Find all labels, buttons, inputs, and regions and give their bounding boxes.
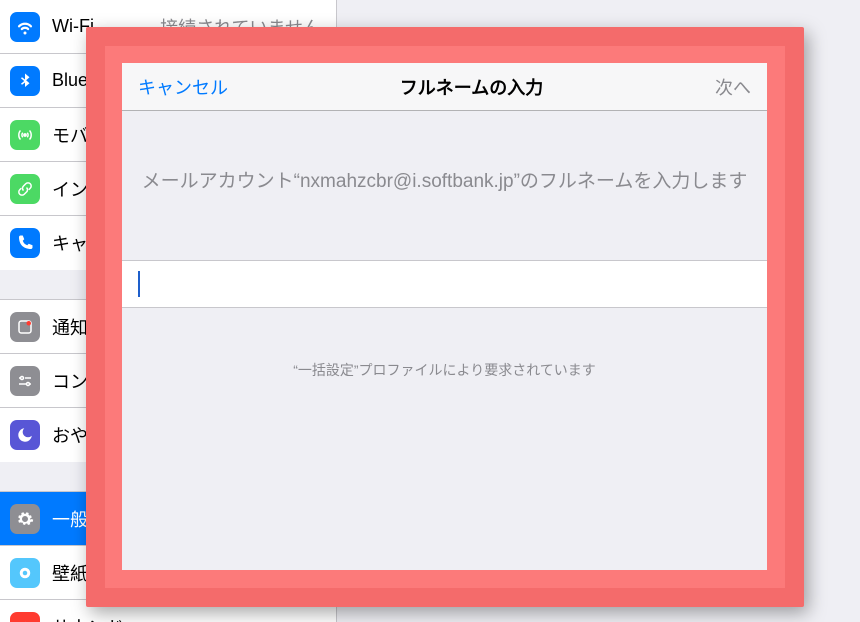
next-button[interactable]: 次へ — [715, 74, 751, 100]
modal-header: キャンセル フルネームの入力 次へ — [122, 63, 767, 111]
sound-icon — [10, 612, 40, 622]
fullname-modal: キャンセル フルネームの入力 次へ メールアカウント“nxmahzcbr@i.s… — [122, 63, 767, 570]
fullname-input[interactable] — [140, 261, 751, 307]
wifi-icon — [10, 12, 40, 42]
modal-footnote: “一括設定”プロファイルにより要求されています — [122, 360, 767, 380]
wallpaper-icon — [10, 558, 40, 588]
gear-icon — [10, 504, 40, 534]
modal-title: フルネームの入力 — [400, 74, 543, 100]
moon-icon — [10, 420, 40, 450]
notification-icon — [10, 312, 40, 342]
sidebar-item-label: サウンド — [52, 614, 124, 622]
tether-icon — [10, 174, 40, 204]
highlight-frame: キャンセル フルネームの入力 次へ メールアカウント“nxmahzcbr@i.s… — [86, 27, 804, 607]
phone-icon — [10, 228, 40, 258]
modal-prompt: メールアカウント“nxmahzcbr@i.softbank.jp”のフルネームを… — [122, 111, 767, 196]
cellular-icon — [10, 120, 40, 150]
bluetooth-icon — [10, 66, 40, 96]
fullname-field-wrap[interactable] — [122, 260, 767, 308]
sidebar-item-label: 一般 — [52, 506, 88, 532]
control-center-icon — [10, 366, 40, 396]
cancel-button[interactable]: キャンセル — [138, 74, 228, 100]
